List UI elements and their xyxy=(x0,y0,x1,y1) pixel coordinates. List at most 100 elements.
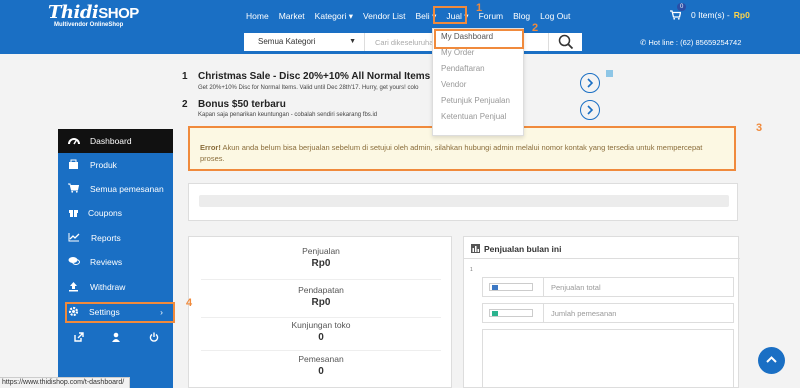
scroll-top-button[interactable] xyxy=(758,347,785,374)
axis-tick: 1 xyxy=(470,267,473,273)
menu-item-pendaftaran[interactable]: Pendaftaran xyxy=(433,61,523,77)
sidebar-item-reports[interactable]: Reports xyxy=(58,226,173,250)
category-select[interactable]: Semua Kategori ▼ xyxy=(244,33,364,51)
sidebar-item-semua-pemesanan[interactable]: Semua pemesanan xyxy=(58,177,173,201)
chevron-right-icon xyxy=(587,78,594,88)
promo-title[interactable]: Bonus $50 terbaru xyxy=(198,99,286,110)
promo-subtitle: Kapan saja penarikan keuntungan - cobala… xyxy=(198,112,378,118)
cart-badge: 0 xyxy=(677,3,687,11)
external-link-icon[interactable] xyxy=(74,332,84,342)
promo-subtitle: Get 20%+10% Disc for Normal Items. Valid… xyxy=(198,85,419,91)
annotation-number-4: 4 xyxy=(186,297,193,309)
legend-swatch xyxy=(489,283,533,291)
stat-value: 0 xyxy=(318,332,324,343)
site-logo[interactable]: ThidiSHOP Multivendor OnlineShop xyxy=(48,2,139,29)
dashboard-sidebar: Dashboard Produk Semua pemesanan Coupons… xyxy=(58,129,173,388)
promo-2-arrow-button[interactable] xyxy=(580,100,600,120)
promo-1-arrow-button[interactable] xyxy=(580,73,600,93)
menu-item-petunjuk-penjualan[interactable]: Petunjuk Penjualan xyxy=(433,93,523,109)
nav-logout[interactable]: Log Out xyxy=(540,11,570,22)
sidebar-item-label: Coupons xyxy=(88,208,123,218)
annotation-number-1: 1 xyxy=(476,2,483,14)
stat-pendapatan: Pendapatan Rp0 xyxy=(189,285,453,308)
sidebar-item-label: Withdraw xyxy=(90,282,126,292)
nav-home[interactable]: Home xyxy=(246,11,269,22)
annotation-box-1 xyxy=(433,6,467,24)
product-icon xyxy=(69,159,78,169)
nav-market[interactable]: Market xyxy=(279,11,305,22)
nav-blog[interactable]: Blog xyxy=(513,11,530,22)
upload-icon xyxy=(69,282,78,292)
annotation-box-2 xyxy=(434,29,524,49)
legend-jumlah-pemesanan: Jumlah pemesanan xyxy=(482,303,734,323)
cart-icon xyxy=(68,183,79,193)
promo-title[interactable]: Christmas Sale - Disc 20%+10% All Normal… xyxy=(198,71,430,82)
sidebar-item-label: Semua pemesanan xyxy=(90,184,164,194)
stat-value: Rp0 xyxy=(311,297,331,308)
chevron-right-icon xyxy=(587,105,594,115)
power-icon[interactable] xyxy=(149,332,159,342)
stat-label: Pemesanan xyxy=(298,354,344,364)
sidebar-item-withdraw[interactable]: Withdraw xyxy=(58,275,173,299)
legend-penjualan-total: Penjualan total xyxy=(482,277,734,297)
nav-forum[interactable]: Forum xyxy=(479,11,504,22)
menu-item-vendor[interactable]: Vendor xyxy=(433,77,523,93)
sidebar-item-reviews[interactable]: Reviews xyxy=(58,250,173,274)
swatch-color xyxy=(492,311,498,316)
promo-number: 2 xyxy=(182,99,188,110)
stat-pemesanan: Pemesanan 0 xyxy=(189,354,453,377)
divider xyxy=(543,304,544,322)
sidebar-item-label: Reports xyxy=(91,233,121,243)
sidebar-item-coupons[interactable]: Coupons xyxy=(58,201,173,225)
gift-icon xyxy=(69,210,78,217)
ad-choices-icon[interactable] xyxy=(606,70,613,77)
loading-placeholder xyxy=(199,195,729,207)
bar-chart-icon xyxy=(471,244,480,253)
hotline: ✆ Hot line : (62) 85659254742 xyxy=(640,38,742,47)
sales-header: Penjualan bulan ini xyxy=(464,237,740,259)
comments-icon xyxy=(68,257,80,265)
sales-panel: Penjualan bulan ini 1 Penjualan total Ju… xyxy=(463,236,740,388)
search-bar: Semua Kategori ▼ Cari dikeseluruhan... ✆… xyxy=(0,32,800,54)
menu-item-ketentuan-penjual[interactable]: Ketentuan Penjual xyxy=(433,109,523,125)
logo-brand: ThidiSHOP xyxy=(48,2,139,23)
chart-icon xyxy=(68,233,80,242)
stat-kunjungan-toko: Kunjungan toko 0 xyxy=(189,320,453,343)
dashboard-icon xyxy=(68,138,80,145)
stat-penjualan: Penjualan Rp0 xyxy=(189,246,453,269)
top-navbar: ThidiSHOP Multivendor OnlineShop Home Ma… xyxy=(0,0,800,32)
stats-panel: Penjualan Rp0 Pendapatan Rp0 Kunjungan t… xyxy=(188,236,452,388)
cart-items: 0 Item(s) - xyxy=(691,10,730,20)
alert-label: Error! xyxy=(200,143,221,152)
sidebar-item-dashboard[interactable]: Dashboard xyxy=(58,129,173,153)
user-icon[interactable] xyxy=(111,332,121,342)
alert-message: Akun anda belum bisa berjualan sebelum d… xyxy=(200,143,703,163)
promo-number: 1 xyxy=(182,71,188,82)
legend-swatch xyxy=(489,309,533,317)
legend-label: Jumlah pemesanan xyxy=(551,309,617,318)
divider xyxy=(201,317,441,318)
stat-value: 0 xyxy=(318,366,324,377)
legend-label: Penjualan total xyxy=(551,283,601,292)
sales-title: Penjualan bulan ini xyxy=(484,244,562,254)
stat-label: Penjualan xyxy=(302,246,340,256)
annotation-number-2: 2 xyxy=(532,22,539,34)
sidebar-item-produk[interactable]: Produk xyxy=(58,153,173,177)
cart-icon xyxy=(670,10,681,20)
nav-kategori[interactable]: Kategori ▾ xyxy=(315,11,353,22)
browser-status-url: https://www.thidishop.com/t-dashboard/ xyxy=(0,377,130,388)
sidebar-item-label: Reviews xyxy=(90,257,123,267)
swatch-color xyxy=(492,285,498,290)
phone-icon: ✆ xyxy=(640,38,647,47)
sidebar-item-label: Dashboard xyxy=(90,136,132,146)
chart-area xyxy=(482,329,734,388)
stat-label: Kunjungan toko xyxy=(291,320,351,330)
nav-vendor-list[interactable]: Vendor List xyxy=(363,11,406,22)
annotation-number-3: 3 xyxy=(756,122,763,134)
sidebar-item-label: Produk xyxy=(90,160,117,170)
search-icon xyxy=(558,34,574,50)
cart-summary[interactable]: 0 0 Item(s) - Rp0 xyxy=(670,3,750,20)
sidebar-footer xyxy=(58,330,173,346)
annotation-box-4 xyxy=(65,302,175,323)
search-button[interactable] xyxy=(548,33,582,51)
